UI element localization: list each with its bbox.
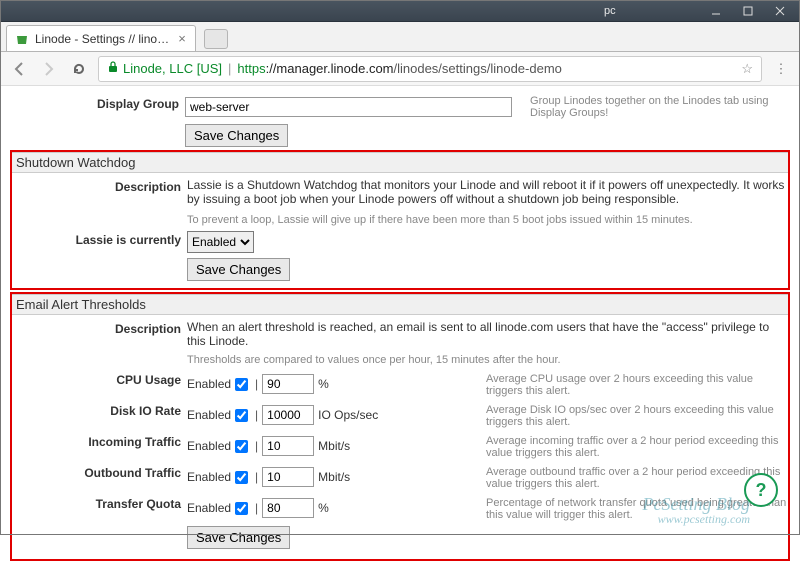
browser-tab-bar: Linode - Settings // lino… ×	[0, 22, 800, 52]
display-group-save-row: Save Changes	[10, 122, 790, 147]
address-bar[interactable]: Linode, LLC [US] | https://manager.linod…	[98, 56, 762, 82]
cpu-enabled-text: Enabled	[187, 377, 231, 391]
display-group-save-button[interactable]: Save Changes	[185, 124, 288, 147]
close-tab-icon[interactable]: ×	[175, 31, 189, 45]
browser-toolbar: Linode, LLC [US] | https://manager.linod…	[0, 52, 800, 86]
cpu-hint: Average CPU usage over 2 hours exceeding…	[468, 371, 788, 397]
display-group-label: Display Group	[10, 93, 185, 111]
browser-tab-active[interactable]: Linode - Settings // lino… ×	[6, 25, 196, 51]
url-separator: |	[228, 61, 231, 76]
url-text: https://manager.linode.com/linodes/setti…	[237, 61, 561, 76]
shutdown-watchdog-section: Shutdown Watchdog Description Lassie is …	[10, 150, 790, 290]
outbound-label: Outbound Traffic	[12, 462, 187, 480]
incoming-hint: Average incoming traffic over a 2 hour p…	[468, 433, 788, 459]
alerts-hint: Thresholds are compared to values once p…	[187, 354, 788, 366]
page-content: Display Group Group Linodes together on …	[0, 86, 800, 571]
quota-enabled-text: Enabled	[187, 501, 231, 515]
incoming-label: Incoming Traffic	[12, 431, 187, 449]
quota-value-input[interactable]	[262, 498, 314, 518]
tab-title: Linode - Settings // lino…	[35, 32, 169, 46]
disk-unit: IO Ops/sec	[318, 408, 378, 422]
help-button[interactable]: ?	[744, 473, 778, 507]
watchdog-desc-text: Lassie is a Shutdown Watchdog that monit…	[187, 178, 788, 206]
close-window-button[interactable]	[764, 2, 796, 20]
alerts-desc-text: When an alert threshold is reached, an e…	[187, 320, 788, 348]
disk-value-input[interactable]	[262, 405, 314, 425]
display-group-input[interactable]	[185, 97, 512, 117]
minimize-button[interactable]	[700, 2, 732, 20]
disk-enabled-checkbox[interactable]	[235, 409, 248, 422]
disk-hint: Average Disk IO ops/sec over 2 hours exc…	[468, 402, 788, 428]
cpu-label: CPU Usage	[12, 369, 187, 387]
new-tab-button[interactable]	[204, 29, 228, 49]
quota-unit: %	[318, 501, 329, 515]
quota-label: Transfer Quota	[12, 493, 187, 511]
window-titlebar: pc	[0, 0, 800, 22]
disk-enabled-text: Enabled	[187, 408, 231, 422]
incoming-enabled-text: Enabled	[187, 439, 231, 453]
display-group-row: Display Group Group Linodes together on …	[10, 93, 790, 119]
cpu-enabled-checkbox[interactable]	[235, 378, 248, 391]
email-alerts-section: Email Alert Thresholds Description When …	[10, 292, 790, 561]
disk-label: Disk IO Rate	[12, 400, 187, 418]
favicon-icon	[15, 32, 29, 46]
outbound-enabled-text: Enabled	[187, 470, 231, 484]
incoming-enabled-checkbox[interactable]	[235, 440, 248, 453]
watchdog-desc-hint: To prevent a loop, Lassie will give up i…	[187, 214, 788, 226]
lock-icon	[107, 61, 119, 76]
reload-button[interactable]	[68, 58, 90, 80]
email-alerts-header: Email Alert Thresholds	[12, 294, 788, 315]
watchdog-save-button[interactable]: Save Changes	[187, 258, 290, 281]
alerts-desc-label: Description	[12, 318, 187, 336]
incoming-unit: Mbit/s	[318, 439, 350, 453]
incoming-value-input[interactable]	[262, 436, 314, 456]
browser-menu-icon[interactable]: ⋮	[770, 61, 792, 77]
alerts-save-button[interactable]: Save Changes	[187, 526, 290, 549]
cpu-value-input[interactable]	[262, 374, 314, 394]
back-button[interactable]	[8, 58, 30, 80]
outbound-unit: Mbit/s	[318, 470, 350, 484]
outbound-hint: Average outbound traffic over a 2 hour p…	[468, 464, 788, 490]
watchdog-desc-label: Description	[12, 176, 187, 194]
ssl-org: Linode, LLC [US]	[123, 61, 222, 76]
quota-enabled-checkbox[interactable]	[235, 502, 248, 515]
shutdown-watchdog-header: Shutdown Watchdog	[12, 152, 788, 173]
lassie-label: Lassie is currently	[12, 229, 187, 247]
bookmark-star-icon[interactable]: ☆	[741, 61, 753, 77]
outbound-enabled-checkbox[interactable]	[235, 471, 248, 484]
forward-button[interactable]	[38, 58, 60, 80]
lassie-select[interactable]: Enabled	[187, 231, 254, 253]
quota-hint: Percentage of network transfer quota use…	[468, 495, 788, 521]
pc-label: pc	[604, 5, 616, 17]
maximize-button[interactable]	[732, 2, 764, 20]
outbound-value-input[interactable]	[262, 467, 314, 487]
display-group-hint: Group Linodes together on the Linodes ta…	[530, 95, 790, 119]
cpu-unit: %	[318, 377, 329, 391]
